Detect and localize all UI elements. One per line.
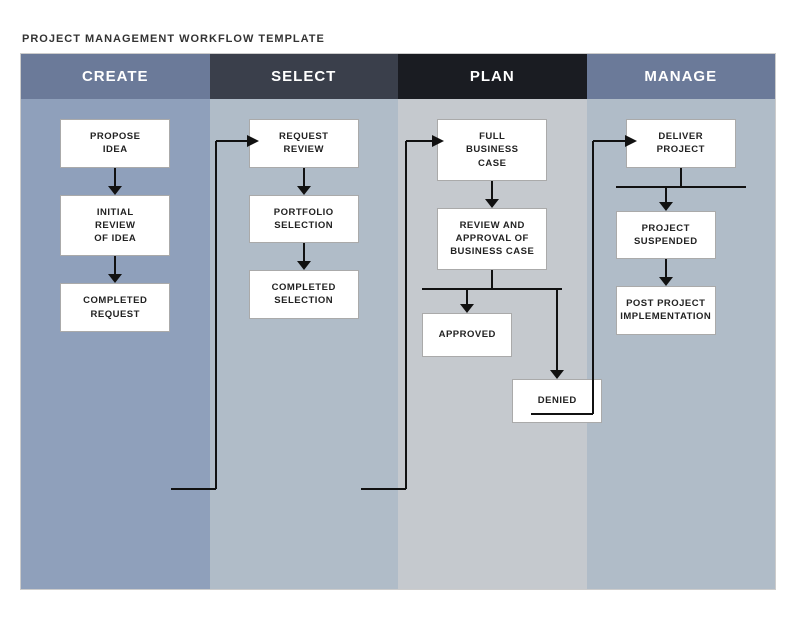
vline — [491, 181, 493, 199]
manage-fork-branches: PROJECTSUSPENDED POST PROJECTIMPLEMENTAT… — [616, 188, 746, 335]
header-plan: PLAN — [398, 54, 587, 99]
box-denied: DENIED — [512, 379, 602, 423]
vline — [114, 256, 116, 274]
arrow-down — [297, 186, 311, 195]
vline — [665, 259, 667, 277]
box-approved: APPROVED — [422, 313, 512, 357]
flow-select: REQUESTREVIEW PORTFOLIOSELECTION COMPLET… — [249, 119, 359, 319]
arrow-down — [108, 186, 122, 195]
vline — [556, 290, 558, 370]
vline — [466, 290, 468, 304]
vline — [114, 168, 116, 186]
branch-approved: APPROVED — [422, 290, 512, 423]
manage-fork-hline — [616, 186, 746, 188]
arrow-down — [297, 261, 311, 270]
arrow-down — [659, 277, 673, 286]
box-review-approval: REVIEW ANDAPPROVAL OFBUSINESS CASE — [437, 208, 547, 270]
box-full-business-case: FULLBUSINESSCASE — [437, 119, 547, 181]
box-propose-idea: PROPOSEIDEA — [60, 119, 170, 168]
box-initial-review: INITIALREVIEWOF IDEA — [60, 195, 170, 257]
page-title: PROJECT MANAGEMENT WORKFLOW TEMPLATE — [20, 33, 776, 45]
manage-branch-area: PROJECTSUSPENDED POST PROJECTIMPLEMENTAT… — [616, 168, 746, 335]
arrow-down — [550, 370, 564, 379]
header-select: SELECT — [210, 54, 399, 99]
flow-plan: FULLBUSINESSCASE REVIEW ANDAPPROVAL OFBU… — [422, 119, 562, 423]
vline — [491, 270, 493, 288]
flow-create: PROPOSEIDEA INITIALREVIEWOF IDEA COMPLET… — [60, 119, 170, 332]
body-row: PROPOSEIDEA INITIALREVIEWOF IDEA COMPLET… — [21, 99, 775, 589]
box-portfolio-selection: PORTFOLIOSELECTION — [249, 195, 359, 244]
arrow-down — [460, 304, 474, 313]
header-manage: MANAGE — [587, 54, 776, 99]
col-select: REQUESTREVIEW PORTFOLIOSELECTION COMPLET… — [210, 99, 399, 589]
col-plan: FULLBUSINESSCASE REVIEW ANDAPPROVAL OFBU… — [398, 99, 587, 589]
vline — [665, 188, 667, 202]
fork-branches: APPROVED DENIED — [422, 290, 562, 423]
workflow-diagram: CREATE SELECT PLAN MANAGE PROPOSEIDEA IN… — [20, 53, 776, 590]
arrow-down — [108, 274, 122, 283]
arrow-down — [485, 199, 499, 208]
col-create: PROPOSEIDEA INITIALREVIEWOF IDEA COMPLET… — [21, 99, 210, 589]
box-deliver-project: DELIVERPROJECT — [626, 119, 736, 168]
fork-hline — [422, 288, 562, 290]
box-post-project: POST PROJECTIMPLEMENTATION — [616, 286, 716, 335]
col-manage: DELIVERPROJECT PROJECTSUSPENDED — [587, 99, 776, 589]
vline — [303, 243, 305, 261]
vline — [303, 168, 305, 186]
box-completed-selection: COMPLETEDSELECTION — [249, 270, 359, 319]
workflow-container: PROJECT MANAGEMENT WORKFLOW TEMPLATE CRE… — [20, 33, 776, 590]
box-completed-request: COMPLETEDREQUEST — [60, 283, 170, 332]
flow-manage: DELIVERPROJECT PROJECTSUSPENDED — [616, 119, 746, 335]
box-request-review: REQUESTREVIEW — [249, 119, 359, 168]
arrow-down — [659, 202, 673, 211]
box-project-suspended: PROJECTSUSPENDED — [616, 211, 716, 260]
vline — [680, 168, 682, 186]
header-create: CREATE — [21, 54, 210, 99]
branch-project-suspended: PROJECTSUSPENDED POST PROJECTIMPLEMENTAT… — [616, 188, 716, 335]
header-row: CREATE SELECT PLAN MANAGE — [21, 54, 775, 99]
branch-area: APPROVED DENIED — [422, 270, 562, 423]
